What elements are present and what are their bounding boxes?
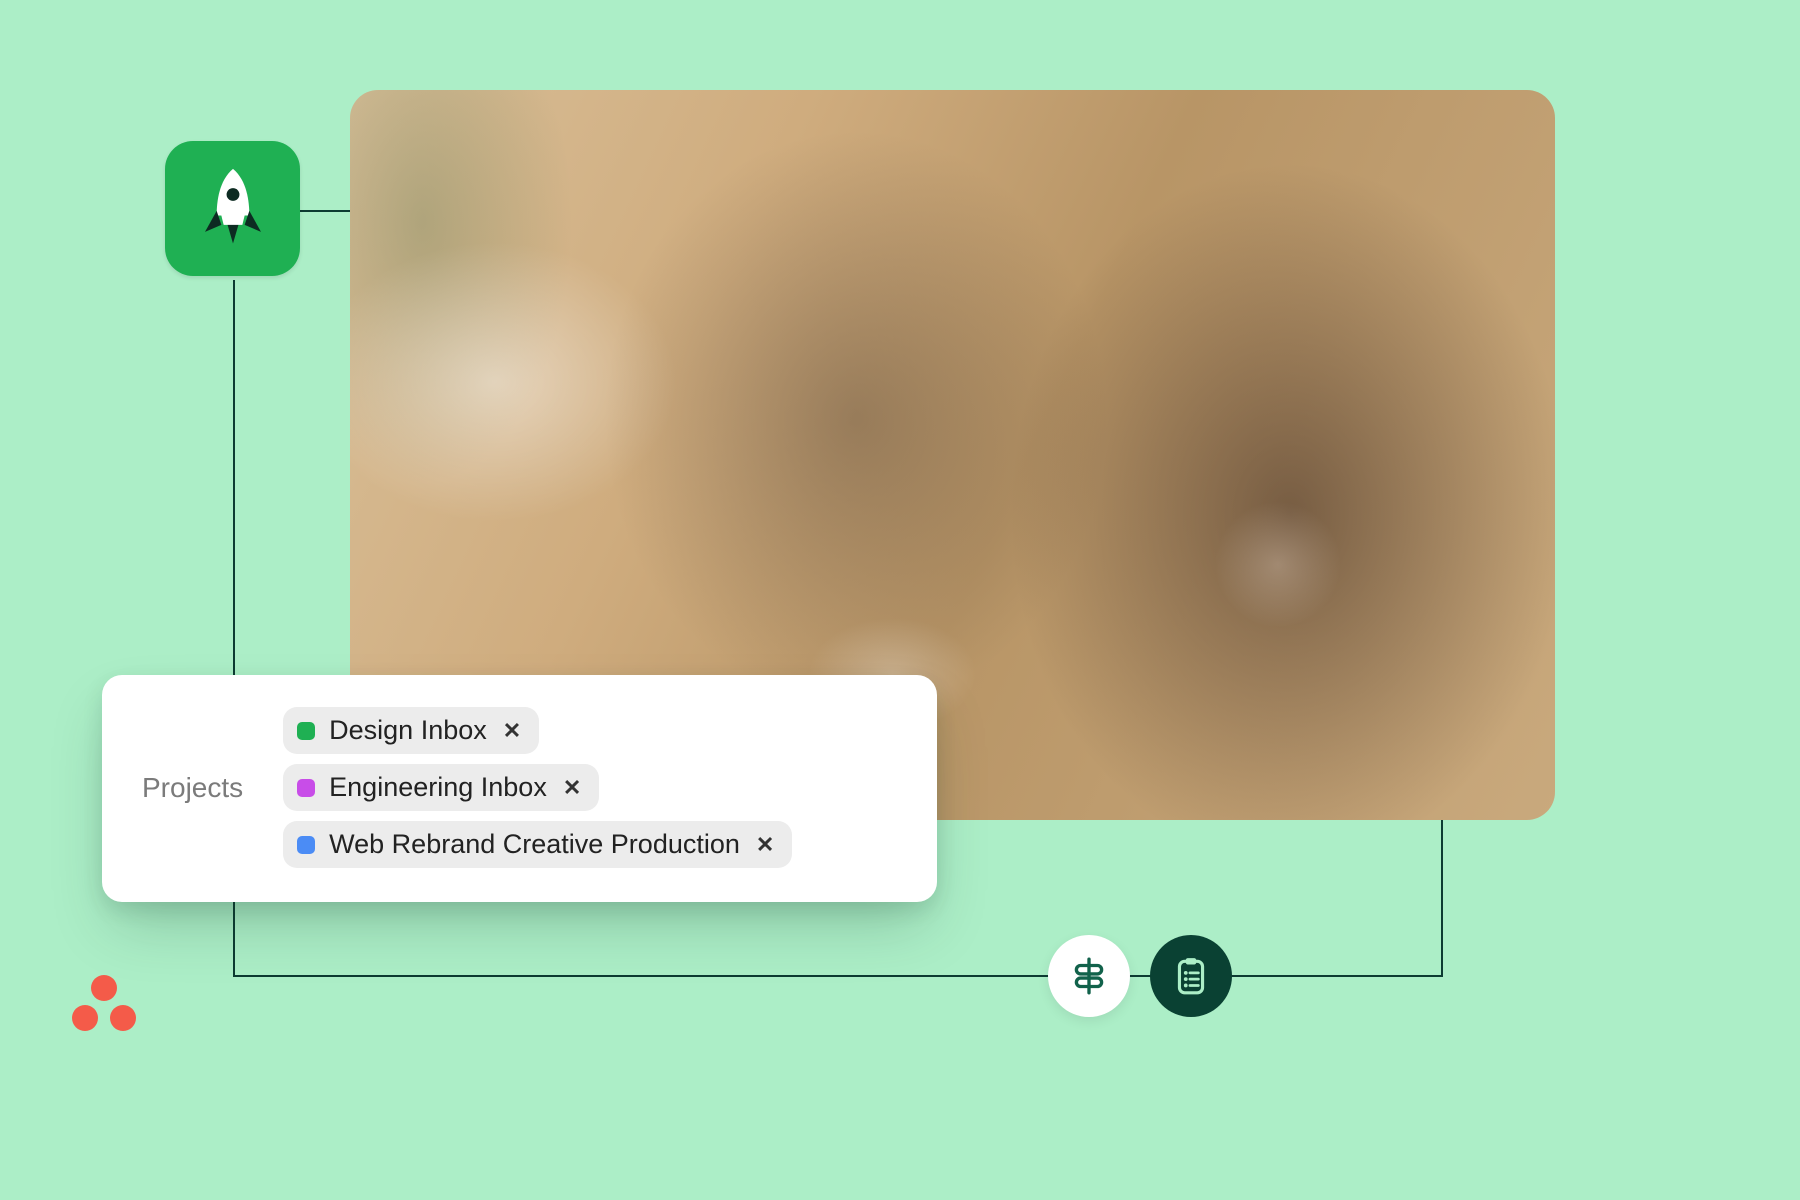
project-chip-label: Web Rebrand Creative Production [329, 829, 740, 860]
projects-card: Projects Design Inbox ✕ Engineering Inbo… [102, 675, 937, 902]
project-color-swatch [297, 779, 315, 797]
project-chip[interactable]: Design Inbox ✕ [283, 707, 539, 754]
projects-field-label: Projects [142, 772, 243, 804]
project-color-swatch [297, 722, 315, 740]
rocket-tile[interactable] [165, 141, 300, 276]
project-color-swatch [297, 836, 315, 854]
connector-line [233, 975, 1443, 977]
remove-chip-button[interactable]: ✕ [501, 720, 523, 742]
rocket-icon [198, 166, 268, 251]
project-chip[interactable]: Engineering Inbox ✕ [283, 764, 599, 811]
remove-chip-button[interactable]: ✕ [561, 777, 583, 799]
clipboard-list-icon [1170, 955, 1212, 997]
project-chip[interactable]: Web Rebrand Creative Production ✕ [283, 821, 792, 868]
marketing-canvas: Projects Design Inbox ✕ Engineering Inbo… [0, 0, 1800, 1200]
remove-chip-button[interactable]: ✕ [754, 834, 776, 856]
clipboard-pill[interactable] [1150, 935, 1232, 1017]
logo-dot [91, 975, 117, 1001]
project-chip-list: Design Inbox ✕ Engineering Inbox ✕ Web R… [283, 707, 792, 868]
form-pill[interactable] [1048, 935, 1130, 1017]
project-chip-label: Design Inbox [329, 715, 487, 746]
logo-dot [72, 1005, 98, 1031]
connector-line [1441, 810, 1443, 977]
form-icon [1068, 955, 1110, 997]
logo-dot [110, 1005, 136, 1031]
three-dots-logo [69, 975, 141, 1037]
project-chip-label: Engineering Inbox [329, 772, 547, 803]
